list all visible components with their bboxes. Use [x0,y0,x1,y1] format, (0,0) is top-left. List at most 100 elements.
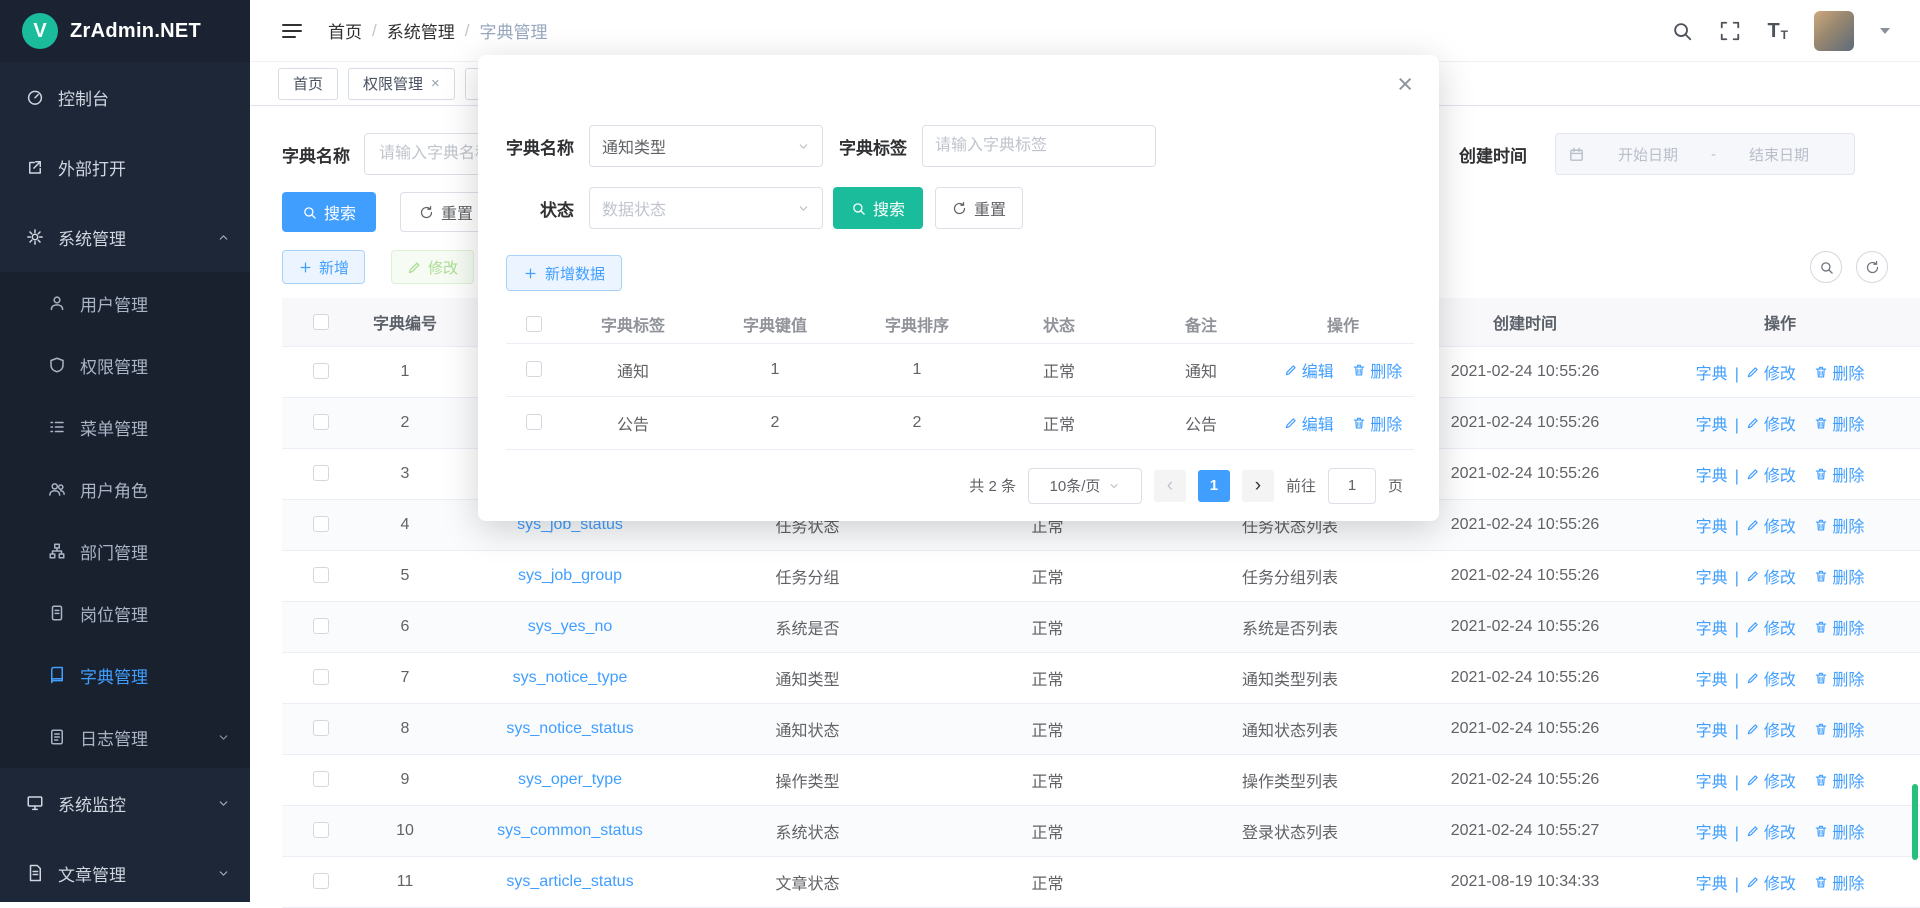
sidebar-item-dashboard[interactable]: 控制台 [0,62,250,132]
sidebar-item-dicts[interactable]: 字典管理 [0,644,250,706]
edit-button[interactable]: 修改 [391,250,474,284]
delete-link[interactable]: 删除 [1814,615,1864,639]
sidebar-item-external[interactable]: 外部打开 [0,132,250,202]
search-button[interactable]: 搜索 [282,192,376,232]
edit-link[interactable]: 修改 [1746,513,1796,537]
row-checkbox[interactable] [313,873,329,889]
sidebar-item-departments[interactable]: 部门管理 [0,520,250,582]
page-size-select[interactable]: 10条/页 [1028,468,1142,504]
dict-data-link[interactable]: 字典 [1696,360,1728,384]
row-checkbox[interactable] [526,361,542,377]
row-checkbox[interactable] [313,771,329,787]
scrollbar-thumb[interactable] [1912,784,1918,860]
row-checkbox[interactable] [313,720,329,736]
sidebar-item-monitor[interactable]: 系统监控 [0,768,250,838]
edit-link[interactable]: 修改 [1746,564,1796,588]
sidebar-item-posts[interactable]: 岗位管理 [0,582,250,644]
sidebar-item-users[interactable]: 用户管理 [0,272,250,334]
dict-data-link[interactable]: 字典 [1696,768,1728,792]
dict-data-link[interactable]: 字典 [1696,666,1728,690]
delete-link[interactable]: 删除 [1814,462,1864,486]
delete-link[interactable]: 删除 [1814,360,1864,384]
delete-link[interactable]: 删除 [1814,768,1864,792]
tab-home[interactable]: 首页 [278,68,338,100]
search-icon[interactable] [1671,20,1693,42]
tab-permissions[interactable]: 权限管理 × [348,68,455,100]
edit-link[interactable]: 修改 [1746,819,1796,843]
row-checkbox[interactable] [526,414,542,430]
caret-down-icon[interactable] [1880,28,1890,34]
dict-data-link[interactable]: 字典 [1696,411,1728,435]
delete-link[interactable]: 删除 [1814,717,1864,741]
hamburger-icon[interactable] [280,19,304,43]
edit-link[interactable]: 编辑 [1284,358,1334,382]
delete-link[interactable]: 删除 [1814,666,1864,690]
row-checkbox[interactable] [313,822,329,838]
goto-page-input[interactable] [1328,468,1376,504]
fullscreen-icon[interactable] [1719,20,1741,42]
refresh-table-button[interactable] [1856,251,1888,283]
row-checkbox[interactable] [313,618,329,634]
edit-link[interactable]: 修改 [1746,666,1796,690]
dict-data-link[interactable]: 字典 [1696,564,1728,588]
add-dict-data-button[interactable]: 新增数据 [506,255,622,291]
edit-link[interactable]: 修改 [1746,717,1796,741]
font-size-icon[interactable] [1767,21,1788,41]
dict-type-link[interactable]: sys_article_status [506,873,633,891]
user-avatar[interactable] [1814,11,1854,51]
dialog-reset-button[interactable]: 重置 [935,187,1023,229]
dict-type-link[interactable]: sys_job_group [518,567,622,585]
edit-link[interactable]: 修改 [1746,615,1796,639]
dict-data-link[interactable]: 字典 [1696,462,1728,486]
sidebar-item-permissions[interactable]: 权限管理 [0,334,250,396]
dict-data-link[interactable]: 字典 [1696,615,1728,639]
dict-label-input[interactable] [922,125,1156,167]
row-checkbox[interactable] [313,414,329,430]
dict-data-link[interactable]: 字典 [1696,819,1728,843]
sidebar-item-system[interactable]: 系统管理 [0,202,250,272]
delete-link[interactable]: 删除 [1352,411,1402,435]
dict-type-link[interactable]: sys_common_status [497,822,643,840]
sidebar-item-roles[interactable]: 用户角色 [0,458,250,520]
dict-type-link[interactable]: sys_notice_status [506,720,633,738]
date-range-picker[interactable]: 开始日期 - 结束日期 [1555,133,1855,175]
edit-link[interactable]: 修改 [1746,870,1796,894]
dict-type-link[interactable]: sys_oper_type [518,771,622,789]
status-select[interactable]: 数据状态 [589,187,823,229]
delete-link[interactable]: 删除 [1352,358,1402,382]
dict-data-link[interactable]: 字典 [1696,717,1728,741]
edit-link[interactable]: 修改 [1746,768,1796,792]
row-checkbox[interactable] [313,465,329,481]
dict-data-link[interactable]: 字典 [1696,513,1728,537]
edit-link[interactable]: 编辑 [1284,411,1334,435]
close-icon[interactable]: × [431,76,440,91]
breadcrumb-home[interactable]: 首页 [328,18,362,43]
edit-link[interactable]: 修改 [1746,411,1796,435]
current-page-button[interactable]: 1 [1198,470,1230,502]
row-checkbox[interactable] [313,516,329,532]
add-button[interactable]: 新增 [282,250,365,284]
sidebar-item-menus[interactable]: 菜单管理 [0,396,250,458]
dict-type-link[interactable]: sys_notice_type [513,669,628,687]
dict-type-link[interactable]: sys_yes_no [528,618,613,636]
edit-link[interactable]: 修改 [1746,462,1796,486]
select-all-checkbox[interactable] [526,316,542,332]
row-checkbox[interactable] [313,669,329,685]
dialog-search-button[interactable]: 搜索 [833,187,923,229]
row-checkbox[interactable] [313,363,329,379]
delete-link[interactable]: 删除 [1814,564,1864,588]
select-all-checkbox[interactable] [313,314,329,330]
sidebar-item-articles[interactable]: 文章管理 [0,838,250,908]
show-search-button[interactable] [1810,251,1842,283]
delete-link[interactable]: 删除 [1814,411,1864,435]
edit-link[interactable]: 修改 [1746,360,1796,384]
next-page-button[interactable]: › [1242,470,1274,502]
delete-link[interactable]: 删除 [1814,870,1864,894]
dict-data-link[interactable]: 字典 [1696,870,1728,894]
sidebar-item-logs[interactable]: 日志管理 [0,706,250,768]
delete-link[interactable]: 删除 [1814,819,1864,843]
close-icon[interactable]: × [1397,71,1413,98]
prev-page-button[interactable]: ‹ [1154,470,1186,502]
delete-link[interactable]: 删除 [1814,513,1864,537]
dict-name-select[interactable]: 通知类型 [589,125,823,167]
